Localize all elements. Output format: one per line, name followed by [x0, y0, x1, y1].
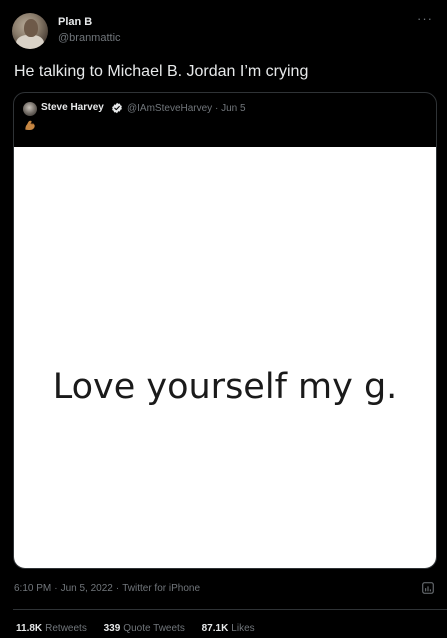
author-name[interactable]: Plan B	[58, 16, 92, 28]
retweets-count: 11.8K	[16, 623, 43, 634]
retweets-stat[interactable]: 11.8K Retweets	[16, 623, 87, 634]
quote-tweets-stat[interactable]: 339 Quote Tweets	[104, 623, 185, 634]
quote-handle-and-date: @IAmSteveHarvey · Jun 5	[127, 103, 246, 114]
quote-image[interactable]: Love yourself my g.	[14, 147, 436, 568]
author-handle[interactable]: @branmattic	[58, 32, 121, 44]
quote-avatar[interactable]	[23, 102, 37, 116]
divider	[13, 609, 447, 610]
likes-label: Likes	[231, 623, 255, 634]
tweet-meta: 6:10 PM · Jun 5, 2022 · Twitter for iPhone	[14, 583, 201, 594]
likes-count: 87.1K	[201, 623, 229, 634]
retweets-label: Retweets	[45, 623, 87, 634]
analytics-icon[interactable]	[421, 581, 435, 595]
tweet-time[interactable]: 6:10 PM	[14, 583, 51, 594]
likes-stat[interactable]: 87.1K Likes	[202, 623, 255, 634]
verified-badge-icon	[112, 102, 122, 114]
quote-author-name: Steve Harvey	[41, 102, 104, 113]
tweet-date[interactable]: Jun 5, 2022	[61, 583, 113, 594]
quote-image-text: Love yourself my g.	[52, 367, 398, 407]
flexed-biceps-emoji-icon	[25, 120, 35, 131]
avatar[interactable]	[12, 13, 48, 49]
tweet-text: He talking to Michael B. Jordan I’m cryi…	[14, 63, 309, 80]
engagement-stats: 11.8K Retweets 339 Quote Tweets 87.1K Likes	[16, 623, 269, 634]
tweet-source[interactable]: Twitter for iPhone	[122, 583, 200, 594]
quote-tweets-label: Quote Tweets	[123, 623, 185, 634]
quote-tweet-card[interactable]: Steve Harvey @IAmSteveHarvey · Jun 5 Lov…	[13, 92, 437, 569]
tweet: Plan B @branmattic ··· He talking to Mic…	[0, 0, 447, 638]
quote-tweets-count: 339	[103, 623, 121, 634]
more-horizontal-icon[interactable]: ···	[417, 12, 433, 25]
